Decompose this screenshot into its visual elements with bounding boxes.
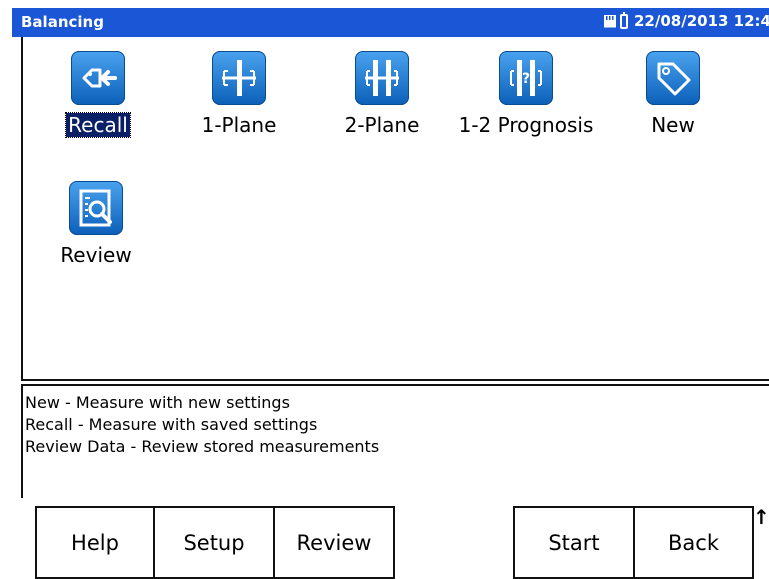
start-button[interactable]: Start [513,506,635,579]
two-plane-icon [355,51,409,105]
menu-item-recall[interactable]: Recall [58,51,138,138]
description-line: Review Data - Review stored measurements [25,437,380,456]
menu-item-new[interactable]: New [633,51,713,137]
svg-text:?: ? [522,71,530,87]
review-icon [69,181,123,235]
menu-item-1-plane[interactable]: 1-Plane [189,51,289,137]
back-button[interactable]: Back [633,506,754,579]
menu-item-label: New [651,113,695,137]
new-tag-icon [646,51,700,105]
setup-button-label: Setup [183,530,245,555]
menu-item-label: Review [60,243,132,267]
one-plane-icon [212,51,266,105]
description-line: Recall - Measure with saved settings [25,415,318,434]
title-bar: Balancing 22/08/2013 12:41 [12,8,769,37]
menu-item-label: 1-2 Prognosis [458,113,594,137]
menu-item-label: 2-Plane [344,113,420,137]
setup-button[interactable]: Setup [153,506,275,579]
window-title: Balancing [21,13,104,31]
help-button[interactable]: Help [35,506,155,579]
description-line: New - Measure with new settings [25,393,290,412]
help-button-label: Help [71,530,119,555]
menu-item-1-2-prognosis[interactable]: ? 1-2 Prognosis [451,51,601,137]
back-button-label: Back [668,530,719,555]
menu-item-review[interactable]: Review [56,181,136,267]
menu-item-label: Recall [65,112,131,138]
description-panel: New - Measure with new settings Recall -… [21,384,769,498]
battery-icon [620,11,628,29]
menu-item-label: 1-Plane [201,113,277,137]
review-button[interactable]: Review [273,506,395,579]
review-button-label: Review [296,530,372,555]
recall-icon [71,51,125,105]
sd-card-icon [604,14,616,28]
menu-item-2-plane[interactable]: 2-Plane [332,51,432,137]
scroll-up-indicator: ↑ [753,505,769,529]
start-button-label: Start [548,530,600,555]
datetime: 22/08/2013 12:41 [634,12,769,30]
function-menu: Recall 1-Plane 2-Plane ? 1-2 Prognosis N… [21,37,769,381]
prognosis-icon: ? [499,51,553,105]
status-area: 22/08/2013 12:41 [604,11,769,30]
